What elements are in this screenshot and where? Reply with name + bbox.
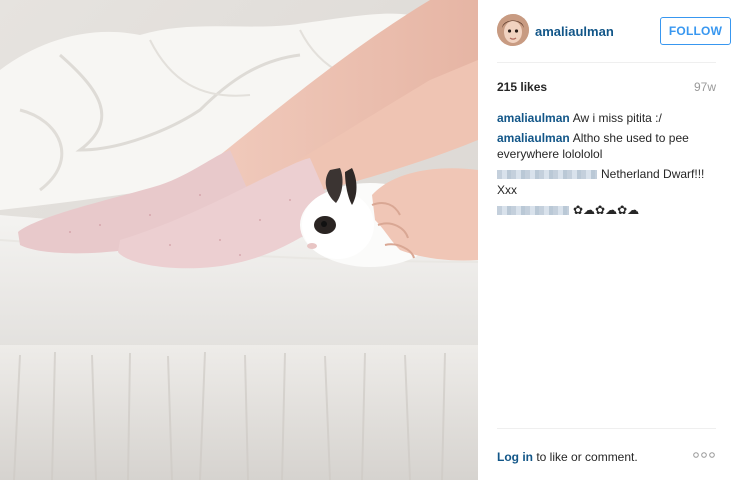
footer-divider — [497, 428, 716, 429]
post-side-panel: amaliaulman FOLLOW 215 likes 97w amaliau… — [478, 0, 735, 480]
login-link[interactable]: Log in — [497, 450, 533, 464]
comments-list: amaliaulman Aw i miss pitita :/ amaliaulm… — [497, 110, 726, 222]
comment-item: amaliaulman Aw i miss pitita :/ — [497, 110, 726, 126]
username-link[interactable]: amaliaulman — [535, 24, 614, 39]
comment-item: ✿☁✿☁✿☁ — [497, 202, 726, 218]
redacted-author-name[interactable] — [497, 206, 569, 216]
comment-text: ✿☁✿☁✿☁ — [573, 203, 640, 217]
header-divider — [497, 62, 716, 63]
post-photo[interactable] — [0, 0, 478, 480]
comment-author-link[interactable]: amaliaulman — [497, 111, 570, 125]
user-avatar[interactable] — [497, 14, 529, 46]
comment-text: Aw i miss pitita :/ — [572, 111, 662, 125]
photo-image — [0, 0, 478, 480]
comment-item: Netherland Dwarf!!! Xxx — [497, 166, 726, 198]
comment-author-link[interactable]: amaliaulman — [497, 131, 570, 145]
post-header: amaliaulman FOLLOW — [497, 14, 731, 48]
post-age[interactable]: 97w — [694, 80, 716, 94]
follow-button[interactable]: FOLLOW — [660, 17, 731, 45]
likes-count[interactable]: 215 likes — [497, 80, 547, 94]
login-prompt-text: to like or comment. — [533, 450, 638, 464]
redacted-author-name[interactable] — [497, 170, 597, 180]
login-prompt: Log in to like or comment. — [497, 450, 638, 464]
more-options-icon[interactable] — [693, 448, 715, 462]
avatar-image — [497, 14, 529, 46]
comment-item: amaliaulman Altho she used to pee everywh… — [497, 130, 726, 162]
